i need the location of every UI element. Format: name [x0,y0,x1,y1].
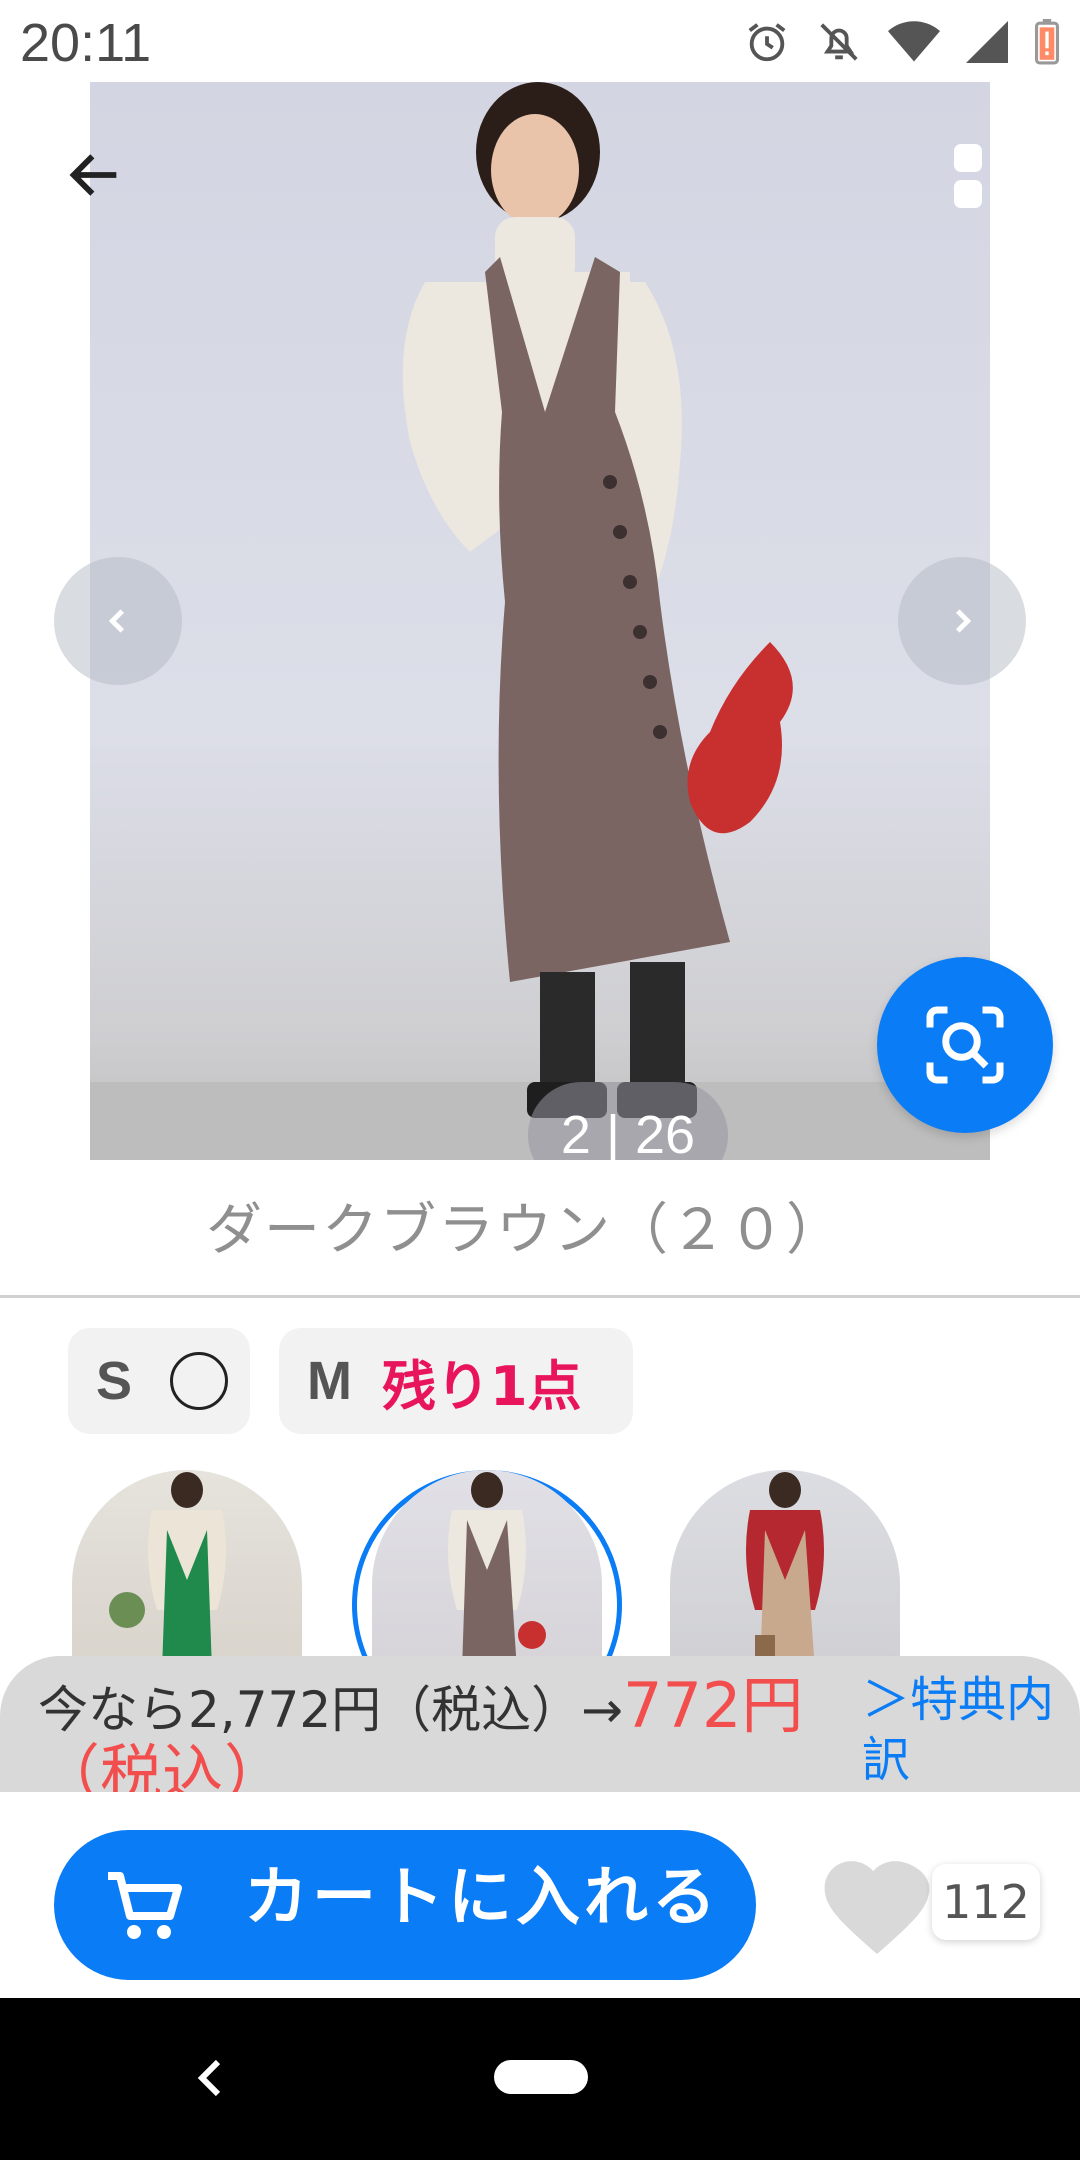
image-search-button[interactable] [877,957,1053,1133]
product-photo-illustration [90,82,990,1160]
benefit-details-link[interactable]: ＞特典内訳 [862,1670,1080,1790]
product-image[interactable]: 2 | 26 [90,82,990,1160]
notifications-off-icon [820,23,858,61]
promo-text: 今なら2,772円（税込）→772円（税込） [38,1674,838,1793]
size-option-m[interactable]: M 残り1点 [279,1328,633,1434]
bottom-action-bar: カートに入れる 112 [0,1792,1080,1998]
grid-view-button[interactable] [950,140,1022,212]
wifi-icon [888,21,940,62]
size-option-s[interactable]: S [68,1328,250,1434]
chevron-right-icon [955,609,972,633]
system-home-button[interactable] [494,2060,588,2094]
size-label: S [96,1351,133,1411]
status-time: 20:11 [20,13,152,73]
thumbnail-figure [109,1472,226,1670]
previous-image-button[interactable] [54,557,182,685]
arrow-left-icon [69,154,117,196]
color-name: ダークブラウン（２０） [206,1198,844,1263]
heart-icon[interactable] [818,1854,936,1954]
status-icons [744,18,1060,66]
battery-alert-icon [1034,19,1060,65]
alarm-icon [748,23,786,62]
system-back-icon[interactable] [190,2054,230,2102]
available-circle-icon [170,1352,229,1410]
divider [0,1295,1080,1298]
stock-remaining: 残り1点 [381,1354,582,1418]
add-to-cart-button[interactable]: カートに入れる [54,1830,756,1980]
size-label: M [307,1351,352,1411]
favorite-count: 112 [932,1864,1040,1940]
add-to-cart-label: カートに入れる [244,1861,720,1935]
thumbnail-figure [746,1472,824,1670]
promo-banner: 今なら2,772円（税込）→772円（税込） ＞特典内訳 [0,1656,1080,1792]
image-counter: 2 | 26 [528,1082,728,1160]
grid-icon [954,144,1018,208]
next-image-button[interactable] [898,557,1026,685]
visual-search-icon [926,1006,1004,1084]
signal-icon [966,21,1008,63]
promo-prefix: 今なら2,772円（税込）→ [38,1681,624,1739]
color-thumbnail-beige[interactable] [670,1470,900,1670]
color-thumbnail-green[interactable] [72,1470,302,1670]
status-bar: 20:11 [0,0,1080,82]
system-navigation-bar [0,1998,1080,2160]
cart-icon [108,1872,182,1939]
chevron-left-icon [108,609,125,633]
back-button[interactable] [55,135,135,215]
